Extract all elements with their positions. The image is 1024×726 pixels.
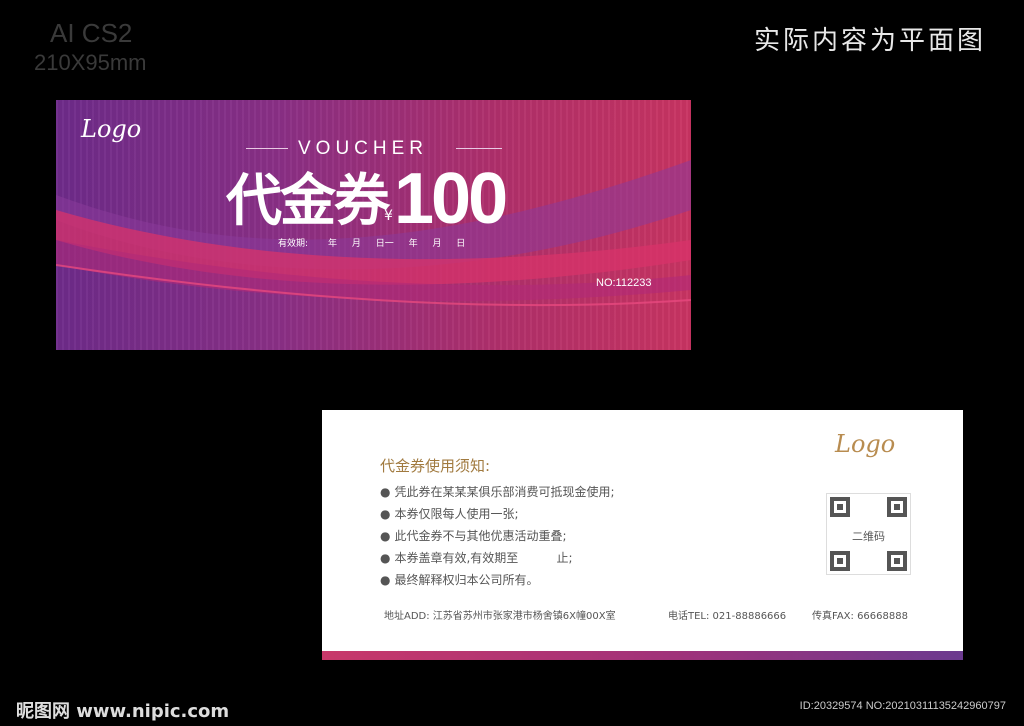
watermark-site: 昵图网 www.nipic.com <box>16 701 230 722</box>
spec-title: AI CS2 <box>50 18 133 48</box>
rule-item: ● 最终解释权归本公司所有。 <box>380 573 539 587</box>
qr-corner-icon <box>887 551 907 571</box>
qr-code-placeholder: 二维码 <box>826 493 911 575</box>
rule-item: ● 本券盖章有效,有效期至 止; <box>380 551 573 565</box>
bullet-icon: ● <box>380 485 391 499</box>
watermark-id: ID:20329574 NO:20210311135242960797 <box>799 700 1006 712</box>
qr-corner-icon <box>830 551 850 571</box>
rule-item: ● 此代金券不与其他优惠活动重叠; <box>380 529 567 543</box>
phone-text: 电话TEL: 021-88886666 <box>668 611 787 622</box>
qr-corner-icon <box>887 497 907 517</box>
voucher-back: Logo 代金券使用须知: ● 凭此券在某某某俱乐部消费可抵现金使用; ● 本券仅限… <box>322 410 963 660</box>
bullet-icon: ● <box>380 507 391 521</box>
voucher-rule-right <box>456 148 502 149</box>
rules-list: ● 凭此券在某某某俱乐部消费可抵现金使用; ● 本券仅限每人使用一张; ● 此代金券不… <box>380 481 615 591</box>
qr-corner-icon <box>830 497 850 517</box>
spec-size: 210X95mm <box>34 50 147 75</box>
front-logo: Logo <box>81 115 142 143</box>
back-color-bar <box>322 651 963 660</box>
bullet-icon: ● <box>380 573 391 587</box>
validity-dates: 年 月 日一 年 月 日 <box>328 239 466 249</box>
fax-text: 传真FAX: 66668888 <box>812 611 908 622</box>
voucher-amount: 100 <box>394 159 508 239</box>
voucher-rule-left <box>246 148 288 149</box>
currency-symbol: ¥ <box>384 208 393 224</box>
bullet-icon: ● <box>380 529 391 543</box>
rule-item: ● 凭此券在某某某俱乐部消费可抵现金使用; <box>380 485 615 499</box>
validity-label: 有效期: <box>278 239 309 249</box>
qr-label: 二维码 <box>852 530 885 543</box>
voucher-title: 代金券 <box>226 169 390 234</box>
note-text: 实际内容为平面图 <box>753 26 986 56</box>
address-text: 地址ADD: 江苏省苏州市张家港市杨舍镇6X幢00X室 <box>384 611 616 622</box>
voucher-front: Logo VOUCHER 代金券 ¥ 100 有效期: 年 月 日一 年 月 日… <box>56 100 691 350</box>
back-logo: Logo <box>835 430 896 458</box>
serial-number: NO:112233 <box>596 277 652 289</box>
rule-item: ● 本券仅限每人使用一张; <box>380 507 519 521</box>
rules-title: 代金券使用须知: <box>380 457 491 475</box>
bullet-icon: ● <box>380 551 391 565</box>
